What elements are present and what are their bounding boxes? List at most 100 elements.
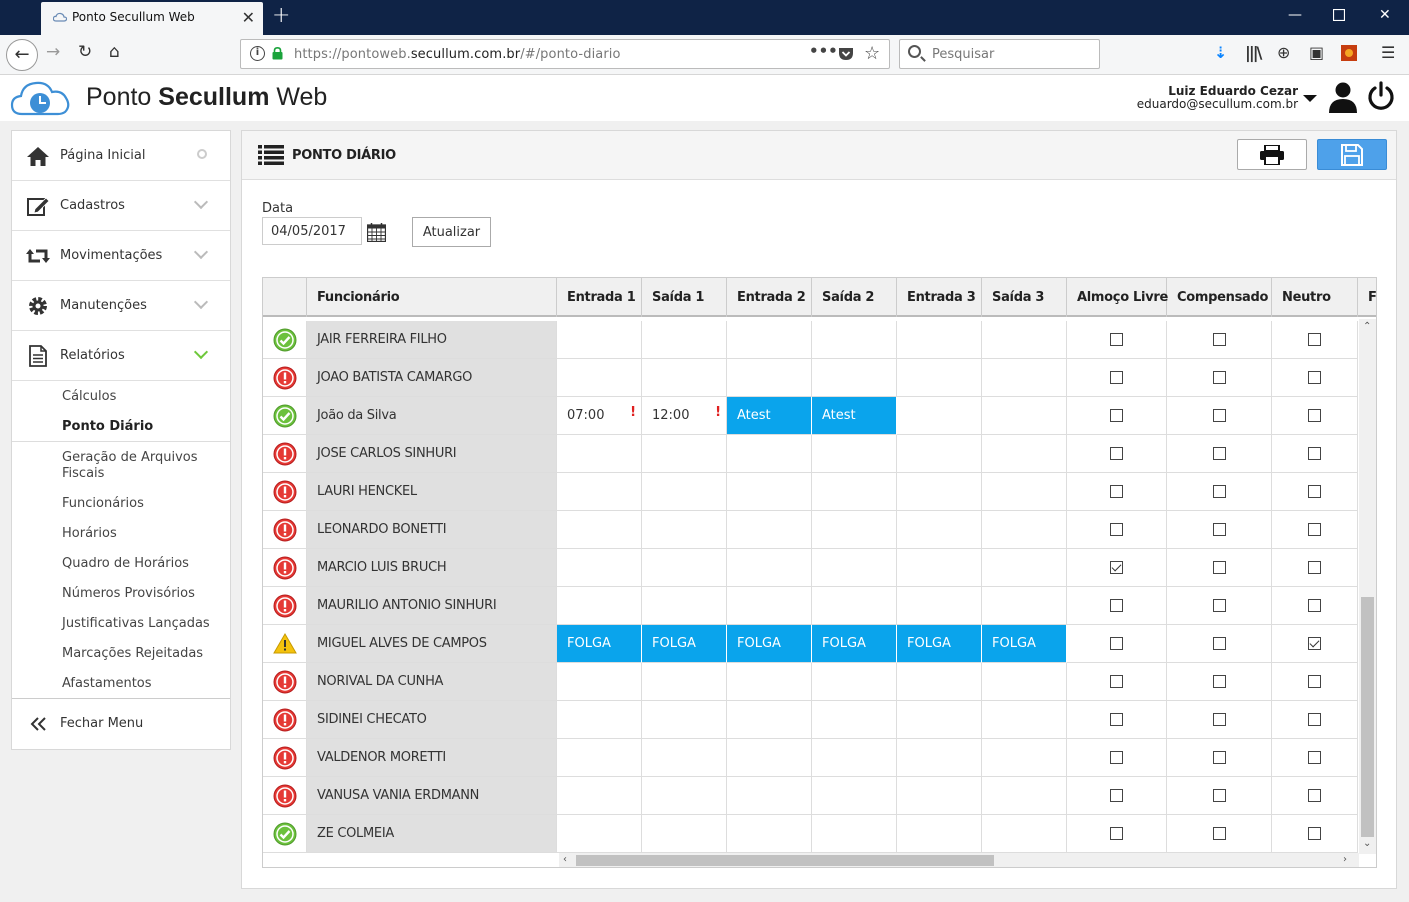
table-row[interactable]: NORIVAL DA CUNHA bbox=[263, 663, 1358, 701]
time-cell[interactable] bbox=[727, 701, 812, 739]
time-cell[interactable] bbox=[812, 663, 897, 701]
table-row[interactable]: MIGUEL ALVES DE CAMPOS FOLGA FOLGA FOLGA FOL… bbox=[263, 625, 1358, 663]
user-avatar-icon[interactable] bbox=[1328, 81, 1358, 113]
time-cell[interactable] bbox=[727, 549, 812, 587]
print-button[interactable] bbox=[1237, 139, 1307, 170]
exclamation-circle-icon[interactable] bbox=[273, 518, 297, 542]
time-cell[interactable] bbox=[557, 587, 642, 625]
compensado-checkbox[interactable] bbox=[1213, 827, 1226, 840]
time-cell[interactable] bbox=[727, 587, 812, 625]
time-cell[interactable]: FOLGA bbox=[897, 625, 982, 663]
time-cell[interactable] bbox=[557, 549, 642, 587]
almoco-livre-checkbox[interactable] bbox=[1110, 485, 1123, 498]
time-cell[interactable] bbox=[982, 587, 1067, 625]
time-cell[interactable] bbox=[812, 511, 897, 549]
close-window-icon[interactable]: ✕ bbox=[1379, 7, 1391, 23]
compensado-checkbox[interactable] bbox=[1213, 409, 1226, 422]
status-cell[interactable] bbox=[263, 587, 307, 625]
time-cell[interactable]: Atest bbox=[727, 397, 812, 435]
time-cell[interactable]: FOLGA bbox=[642, 625, 727, 663]
time-cell[interactable] bbox=[897, 397, 982, 435]
time-cell[interactable]: FOLGA bbox=[982, 625, 1067, 663]
refresh-button[interactable]: Atualizar bbox=[412, 217, 491, 247]
table-row[interactable]: MARCIO LUIS BRUCH bbox=[263, 549, 1358, 587]
page-actions-icon[interactable]: ••• bbox=[809, 42, 838, 60]
sub-item-afastamentos[interactable]: Afastamentos bbox=[62, 676, 152, 692]
time-cell[interactable] bbox=[727, 815, 812, 853]
status-cell[interactable] bbox=[263, 701, 307, 739]
time-cell[interactable] bbox=[557, 815, 642, 853]
vertical-scrollbar[interactable]: ⌃ ⌄ bbox=[1359, 319, 1376, 854]
extension-icon[interactable] bbox=[1341, 45, 1357, 61]
exclamation-circle-icon[interactable] bbox=[273, 556, 297, 580]
almoco-livre-checkbox[interactable] bbox=[1110, 523, 1123, 536]
time-cell[interactable] bbox=[727, 473, 812, 511]
time-cell[interactable] bbox=[557, 701, 642, 739]
table-row[interactable]: LAURI HENCKEL bbox=[263, 473, 1358, 511]
time-cell[interactable] bbox=[642, 587, 727, 625]
sub-item-quadro-horarios[interactable]: Quadro de Horários bbox=[62, 556, 189, 572]
table-row[interactable]: JOSE CARLOS SINHURI bbox=[263, 435, 1358, 473]
time-cell[interactable] bbox=[642, 359, 727, 397]
status-cell[interactable] bbox=[263, 397, 307, 435]
sub-item-calculos[interactable]: Cálculos bbox=[62, 389, 116, 405]
scroll-thumb[interactable] bbox=[1361, 597, 1374, 837]
time-cell[interactable] bbox=[557, 777, 642, 815]
sidebar-item-relatorios[interactable]: Relatórios bbox=[12, 331, 230, 381]
reload-icon[interactable]: ↻ bbox=[78, 42, 92, 62]
sidebar-item-manutencoes[interactable]: Manutenções bbox=[12, 281, 230, 331]
time-cell[interactable] bbox=[642, 739, 727, 777]
info-icon[interactable]: i bbox=[250, 46, 265, 61]
time-cell[interactable] bbox=[897, 587, 982, 625]
column-header[interactable]: Compensado bbox=[1167, 278, 1272, 317]
column-header[interactable]: Entrada 3 bbox=[897, 278, 982, 317]
time-cell[interactable] bbox=[727, 359, 812, 397]
compensado-checkbox[interactable] bbox=[1213, 561, 1226, 574]
sidebar-item-cadastros[interactable]: Cadastros bbox=[12, 181, 230, 231]
status-cell[interactable] bbox=[263, 777, 307, 815]
table-row[interactable]: VANUSA VANIA ERDMANN bbox=[263, 777, 1358, 815]
time-cell[interactable] bbox=[642, 815, 727, 853]
time-cell[interactable] bbox=[557, 321, 642, 359]
almoco-livre-checkbox[interactable] bbox=[1110, 333, 1123, 346]
neutro-checkbox[interactable] bbox=[1308, 333, 1321, 346]
exclamation-circle-icon[interactable] bbox=[273, 746, 297, 770]
check-circle-icon[interactable] bbox=[273, 822, 297, 846]
time-cell[interactable] bbox=[642, 321, 727, 359]
time-cell[interactable] bbox=[812, 359, 897, 397]
time-cell[interactable] bbox=[557, 739, 642, 777]
check-circle-icon[interactable] bbox=[273, 328, 297, 352]
time-cell[interactable]: 07:00! bbox=[557, 397, 642, 435]
status-cell[interactable] bbox=[263, 663, 307, 701]
column-header[interactable]: Almoço Livre bbox=[1067, 278, 1168, 317]
column-header[interactable]: Saída 3 bbox=[982, 278, 1067, 317]
sub-item-ponto-diario[interactable]: Ponto Diário bbox=[62, 419, 153, 435]
time-cell[interactable] bbox=[727, 435, 812, 473]
status-cell[interactable] bbox=[263, 511, 307, 549]
compensado-checkbox[interactable] bbox=[1213, 523, 1226, 536]
time-cell[interactable] bbox=[812, 435, 897, 473]
time-cell[interactable] bbox=[982, 511, 1067, 549]
table-row[interactable]: VALDENOR MORETTI bbox=[263, 739, 1358, 777]
status-cell[interactable] bbox=[263, 815, 307, 853]
column-header[interactable]: F bbox=[1358, 278, 1376, 317]
warning-triangle-icon[interactable] bbox=[273, 632, 297, 656]
time-cell[interactable] bbox=[812, 701, 897, 739]
almoco-livre-checkbox[interactable] bbox=[1110, 409, 1123, 422]
time-cell[interactable]: 12:00! bbox=[642, 397, 727, 435]
time-cell[interactable] bbox=[812, 739, 897, 777]
pocket-icon[interactable] bbox=[838, 46, 854, 62]
exclamation-circle-icon[interactable] bbox=[273, 480, 297, 504]
time-cell[interactable] bbox=[557, 663, 642, 701]
time-cell[interactable] bbox=[982, 321, 1067, 359]
neutro-checkbox[interactable] bbox=[1308, 827, 1321, 840]
almoco-livre-checkbox[interactable] bbox=[1110, 561, 1123, 574]
power-icon[interactable] bbox=[1367, 81, 1395, 111]
table-row[interactable]: João da Silva 07:00! 12:00! Atest Atest bbox=[263, 397, 1358, 435]
back-arrow-icon[interactable]: ← bbox=[6, 39, 38, 71]
almoco-livre-checkbox[interactable] bbox=[1110, 827, 1123, 840]
compensado-checkbox[interactable] bbox=[1213, 599, 1226, 612]
table-row[interactable]: LEONARDO BONETTI bbox=[263, 511, 1358, 549]
time-cell[interactable] bbox=[982, 549, 1067, 587]
status-cell[interactable] bbox=[263, 549, 307, 587]
